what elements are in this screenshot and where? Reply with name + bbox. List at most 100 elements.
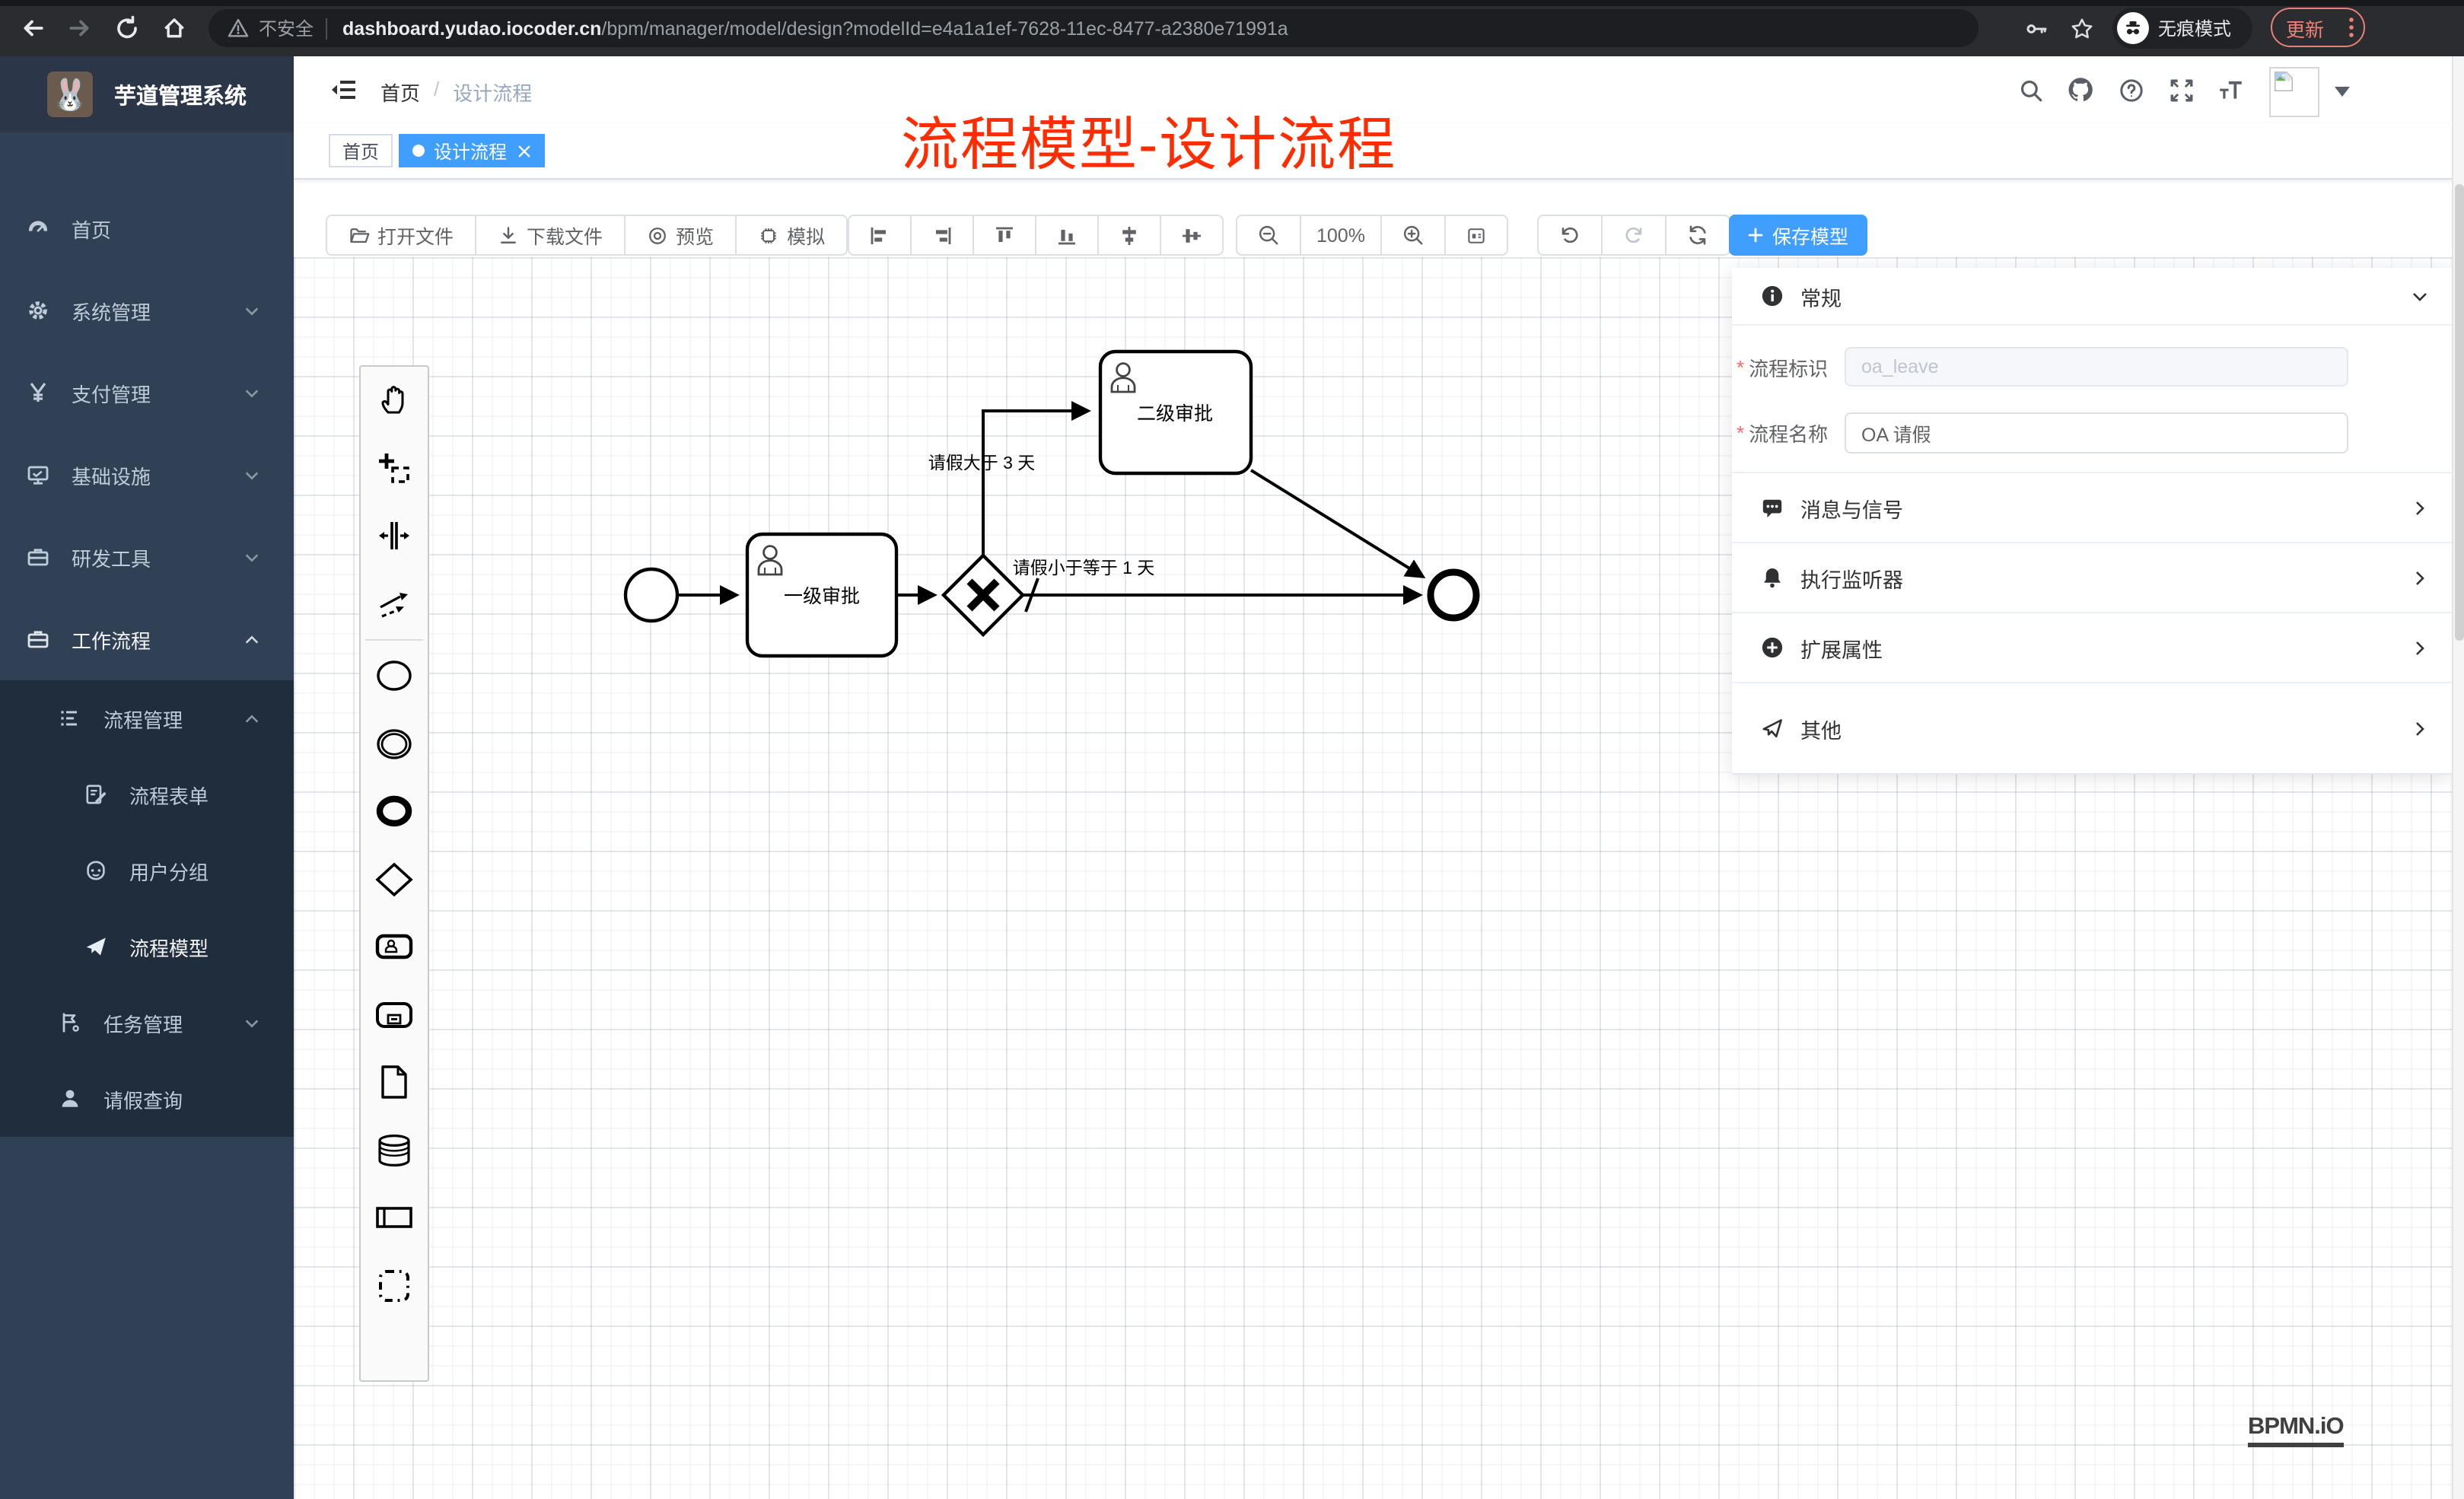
required-mark: * (1737, 355, 1744, 378)
sidebar-item-leave-query[interactable]: 请假查询 (0, 1061, 294, 1137)
browser-address-bar[interactable]: 不安全 dashboard.yudao.iocoder.cn/bpm/manag… (209, 9, 1979, 47)
lasso-tool[interactable] (361, 434, 428, 502)
font-size-icon[interactable] (2216, 75, 2246, 105)
search-icon[interactable] (2015, 75, 2045, 105)
create-intermediate-event[interactable] (361, 710, 428, 778)
section-execution-listeners[interactable]: 执行监听器 (1732, 543, 2452, 613)
section-extended-properties[interactable]: 扩展属性 (1732, 613, 2452, 683)
process-key-input[interactable] (1845, 347, 2348, 387)
sidebar-collapse-icon[interactable] (330, 76, 358, 103)
create-data-object[interactable] (361, 1049, 428, 1116)
user-avatar[interactable] (2269, 67, 2319, 117)
create-start-event[interactable] (361, 642, 428, 710)
password-key-icon[interactable] (2020, 12, 2052, 44)
breadcrumb-home[interactable]: 首页 (380, 78, 420, 107)
scrollbar-thumb[interactable] (2455, 184, 2464, 641)
chevron-right-icon[interactable] (2411, 638, 2429, 657)
create-user-task[interactable] (361, 913, 428, 981)
bpmnio-watermark[interactable]: BPMN.iO (2248, 1414, 2344, 1447)
create-end-event[interactable] (361, 778, 428, 845)
undo-button[interactable] (1537, 215, 1603, 256)
align-right-button[interactable] (912, 215, 974, 256)
section-other[interactable]: 其他 (1732, 683, 2452, 775)
flow-label-le1[interactable]: 请假小于等于 1 天 (1013, 558, 1155, 578)
chevron-up-icon (244, 710, 260, 727)
chevron-down-icon[interactable] (2411, 287, 2429, 305)
section-messages-signals[interactable]: 消息与信号 (1732, 473, 2452, 543)
sidebar-item-process-mgmt[interactable]: 流程管理 (0, 680, 294, 756)
create-subprocess[interactable] (361, 981, 428, 1049)
align-center-horizontal-button[interactable] (1099, 215, 1161, 256)
help-icon[interactable] (2115, 75, 2146, 105)
user-task-level2[interactable]: 二级审批 (1100, 352, 1251, 473)
breadcrumb-current: 设计流程 (453, 78, 532, 107)
chevron-right-icon[interactable] (2411, 568, 2429, 587)
align-top-button[interactable] (974, 215, 1036, 256)
align-center-vertical-button[interactable] (1161, 215, 1224, 256)
browser-update-menu-button[interactable]: 更新 (2271, 8, 2365, 47)
browser-forward-icon[interactable] (64, 12, 96, 44)
zoom-fit-button[interactable] (1446, 215, 1508, 256)
kebab-menu-icon[interactable] (2348, 15, 2354, 40)
section-general[interactable]: 常规 (1732, 268, 2452, 326)
chevron-right-icon[interactable] (2411, 719, 2429, 737)
save-model-button[interactable]: 保存模型 (1729, 215, 1867, 256)
app-logo[interactable]: 🐰 芋道管理系统 (0, 56, 294, 132)
open-file-button[interactable]: 打开文件 (326, 215, 476, 256)
plus-icon (1748, 227, 1765, 243)
end-event[interactable] (1431, 572, 1476, 618)
flow-gateway-to-task2[interactable] (983, 411, 1088, 557)
sidebar-item-process-form[interactable]: 流程表单 (0, 756, 294, 832)
exclusive-gateway[interactable] (944, 555, 1023, 635)
close-tag-icon[interactable] (517, 144, 531, 158)
chip-icon (758, 224, 779, 246)
sidebar-item-devtools[interactable]: 研发工具 (0, 516, 294, 598)
preview-button[interactable]: 预览 (626, 215, 737, 256)
browser-home-icon[interactable] (158, 12, 190, 44)
browser-back-icon[interactable] (17, 12, 49, 44)
tag-design-process[interactable]: 设计流程 (399, 134, 545, 167)
security-label[interactable]: 不安全 (259, 15, 314, 41)
security-warning-icon[interactable] (227, 17, 250, 40)
space-tool[interactable] (361, 502, 428, 570)
bookmark-star-icon[interactable] (2065, 12, 2097, 44)
avatar-caret-icon[interactable] (2335, 87, 2350, 97)
reset-button[interactable] (1667, 215, 1730, 256)
redo-button[interactable] (1603, 215, 1667, 256)
user-task-level1[interactable]: 一级审批 (747, 534, 896, 656)
process-name-input[interactable] (1845, 412, 2348, 454)
sidebar-item-process-model[interactable]: 流程模型 (0, 909, 294, 985)
tag-home[interactable]: 首页 (329, 134, 393, 167)
zoom-out-button[interactable] (1236, 215, 1301, 256)
create-participant[interactable] (361, 1184, 428, 1252)
update-label[interactable]: 更新 (2286, 13, 2324, 42)
sidebar-item-system[interactable]: 系统管理 (0, 269, 294, 352)
start-event[interactable] (626, 569, 677, 621)
broken-image-icon (2272, 70, 2295, 93)
simulate-button[interactable]: 模拟 (737, 215, 848, 256)
sidebar-item-infra[interactable]: 基础设施 (0, 434, 294, 516)
flow-label-gt3[interactable]: 请假大于 3 天 (928, 453, 1036, 473)
create-gateway[interactable] (361, 845, 428, 913)
global-connect-tool[interactable] (361, 570, 428, 638)
github-icon[interactable] (2065, 75, 2096, 105)
hand-tool[interactable] (361, 367, 428, 434)
create-group[interactable] (361, 1252, 428, 1319)
chevron-right-icon[interactable] (2411, 498, 2429, 517)
page-scrollbar[interactable] (2452, 56, 2464, 1499)
sidebar-item-payment[interactable]: 支付管理 (0, 352, 294, 434)
sidebar-item-task-mgmt[interactable]: 任务管理 (0, 985, 294, 1061)
download-file-button[interactable]: 下载文件 (476, 215, 626, 256)
create-data-store[interactable] (361, 1116, 428, 1184)
zoom-level[interactable]: 100% (1301, 215, 1382, 256)
flow-task2-to-end[interactable] (1251, 470, 1423, 577)
align-left-button[interactable] (848, 215, 912, 256)
zoom-in-button[interactable] (1382, 215, 1446, 256)
align-bottom-button[interactable] (1036, 215, 1099, 256)
sidebar-item-workflow[interactable]: 工作流程 (0, 598, 294, 680)
browser-reload-icon[interactable] (111, 12, 143, 44)
sidebar-item-user-group[interactable]: 用户分组 (0, 832, 294, 909)
task2-label: 二级审批 (1137, 403, 1213, 425)
fullscreen-icon[interactable] (2166, 75, 2196, 105)
sidebar-item-home[interactable]: 首页 (0, 187, 294, 269)
